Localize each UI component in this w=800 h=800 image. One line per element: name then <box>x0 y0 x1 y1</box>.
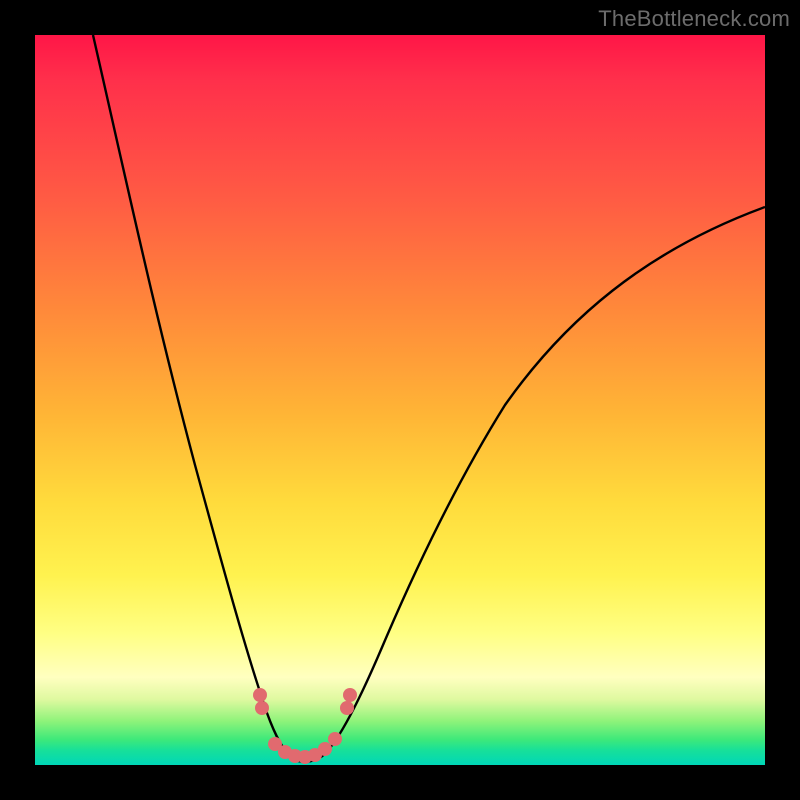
chart-plot-area <box>35 35 765 765</box>
curve-path <box>93 35 765 762</box>
highlight-dots-group <box>253 688 357 764</box>
chart-frame: TheBottleneck.com <box>0 0 800 800</box>
bottleneck-curve <box>35 35 765 765</box>
watermark-text: TheBottleneck.com <box>598 6 790 32</box>
